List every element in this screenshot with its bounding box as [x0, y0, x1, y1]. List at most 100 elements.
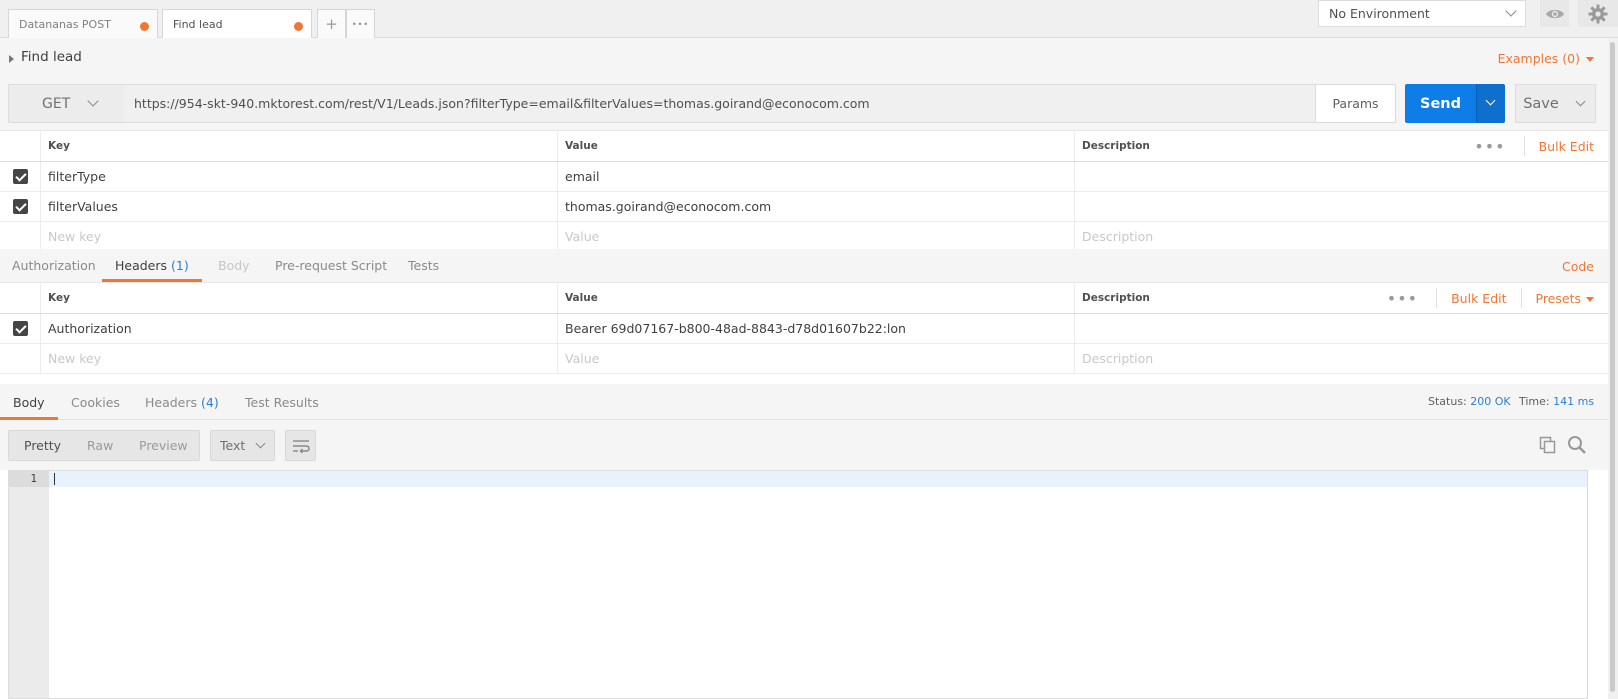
new-key-input[interactable]: New key — [40, 222, 557, 251]
search-icon — [1568, 436, 1586, 454]
request-tab-bar: Datananas POST Find lead + ••• No Enviro… — [0, 0, 1618, 39]
response-status: Status: 200 OK — [1428, 395, 1511, 408]
chevron-down-icon — [1505, 5, 1517, 17]
row-enabled-checkbox[interactable] — [12, 199, 28, 214]
method-value: GET — [42, 95, 71, 112]
header-value-cell[interactable]: Bearer 69d07167-b800-48ad-8843-d78d01607… — [557, 314, 1074, 343]
response-tabs: Body Cookies Headers (4) Test Results St… — [0, 384, 1608, 420]
params-table-header: Key Value Description ••• Bulk Edit — [0, 131, 1608, 162]
new-key-input[interactable]: New key — [40, 344, 557, 373]
headers-table: Key Value Description ••• Bulk Edit Pres… — [0, 282, 1608, 374]
view-mode-toggle: Pretty Raw Preview — [8, 430, 200, 461]
new-value-input[interactable]: Value — [557, 344, 1074, 373]
tab-authorization[interactable]: Authorization — [12, 249, 96, 282]
new-description-input[interactable]: Description — [1074, 344, 1608, 373]
copy-icon — [1539, 436, 1556, 454]
environment-quick-look-button[interactable] — [1540, 0, 1569, 27]
send-options-button[interactable] — [1476, 84, 1505, 123]
caret-right-icon[interactable] — [9, 55, 14, 63]
column-header-value: Value — [557, 131, 1074, 161]
unsaved-dot-icon — [140, 22, 149, 31]
save-button[interactable]: Save — [1515, 84, 1567, 123]
copy-response-button[interactable] — [1537, 434, 1559, 456]
request-tab-label: Find lead — [173, 18, 223, 31]
response-toolbar: Pretty Raw Preview Text — [0, 420, 1608, 470]
url-text: https://954-skt-940.mktorest.com/rest/V1… — [134, 96, 870, 111]
examples-label: Examples (0) — [1497, 51, 1580, 66]
mode-raw[interactable]: Raw — [87, 438, 113, 453]
wrap-lines-button[interactable] — [285, 430, 316, 461]
new-tab-button[interactable]: + — [317, 9, 346, 38]
method-select[interactable]: GET — [8, 84, 125, 123]
response-body-editor[interactable]: 1 — [8, 470, 1588, 699]
table-row: filterType email — [0, 162, 1608, 192]
active-line-highlight — [49, 471, 1587, 487]
status-value: 200 OK — [1470, 395, 1511, 408]
line-number-gutter — [9, 471, 49, 698]
caret-down-icon — [1586, 296, 1594, 302]
manage-environments-button[interactable] — [1578, 0, 1618, 27]
save-options-button[interactable] — [1566, 84, 1596, 123]
url-input[interactable]: https://954-skt-940.mktorest.com/rest/V1… — [124, 84, 1316, 123]
vertical-scrollbar[interactable] — [1608, 38, 1618, 699]
tab-headers[interactable]: Headers (1) — [102, 249, 202, 282]
header-key-cell[interactable]: Authorization — [40, 314, 557, 343]
tab-response-body[interactable]: Body — [0, 384, 58, 420]
url-bar: GET https://954-skt-940.mktorest.com/res… — [0, 78, 1608, 130]
time-value: 141 ms — [1553, 395, 1595, 408]
new-value-input[interactable]: Value — [557, 222, 1074, 251]
column-header-key: Key — [40, 131, 557, 161]
chevron-down-icon — [87, 95, 99, 107]
scrollbar-thumb[interactable] — [1610, 42, 1615, 692]
tab-response-headers[interactable]: Headers (4) — [145, 384, 219, 420]
header-description-cell[interactable] — [1074, 314, 1608, 343]
request-section-tabs: Authorization Headers (1) Body Pre-reque… — [0, 249, 1608, 282]
param-value-cell[interactable]: email — [557, 162, 1074, 191]
new-param-row: New key Value Description — [0, 222, 1608, 252]
param-key-cell[interactable]: filterType — [40, 162, 557, 191]
more-dots-icon: ••• — [351, 19, 370, 29]
more-dots-icon[interactable]: ••• — [1387, 289, 1418, 308]
new-header-row: New key Value Description — [0, 344, 1608, 374]
tab-test-results[interactable]: Test Results — [245, 384, 319, 420]
table-row: filterValues thomas.goirand@econocom.com — [0, 192, 1608, 222]
generate-code-link[interactable]: Code — [1562, 259, 1594, 274]
send-button[interactable]: Send — [1405, 84, 1476, 123]
plus-icon: + — [325, 15, 338, 33]
more-dots-icon[interactable]: ••• — [1474, 137, 1505, 156]
param-description-cell[interactable] — [1074, 192, 1608, 221]
environment-select[interactable]: No Environment — [1318, 0, 1526, 27]
mode-preview[interactable]: Preview — [139, 438, 188, 453]
format-select[interactable]: Text — [210, 430, 275, 461]
search-response-button[interactable] — [1566, 434, 1588, 456]
eye-icon — [1545, 9, 1564, 18]
column-header-key: Key — [40, 283, 557, 313]
chevron-down-icon — [1575, 96, 1586, 107]
request-name-row: Find lead Examples (0) — [0, 38, 1608, 78]
tab-response-cookies[interactable]: Cookies — [71, 384, 120, 420]
row-enabled-checkbox[interactable] — [12, 169, 28, 184]
request-tab-datananas-post[interactable]: Datananas POST — [8, 9, 158, 38]
format-value: Text — [220, 438, 246, 453]
param-value-cell[interactable]: thomas.goirand@econocom.com — [557, 192, 1074, 221]
tab-options-button[interactable]: ••• — [346, 9, 375, 38]
request-name[interactable]: Find lead — [21, 49, 82, 65]
request-tab-find-lead[interactable]: Find lead — [162, 9, 312, 39]
chevron-down-icon — [1485, 95, 1496, 106]
tab-tests[interactable]: Tests — [408, 249, 439, 282]
tab-pre-request-script[interactable]: Pre-request Script — [275, 249, 387, 282]
tab-body[interactable]: Body — [218, 249, 250, 282]
row-enabled-checkbox[interactable] — [12, 321, 28, 336]
mode-pretty[interactable]: Pretty — [24, 438, 61, 453]
bulk-edit-link[interactable]: Bulk Edit — [1451, 291, 1506, 306]
params-button[interactable]: Params — [1315, 84, 1396, 123]
table-row: Authorization Bearer 69d07167-b800-48ad-… — [0, 314, 1608, 344]
presets-dropdown[interactable]: Presets — [1536, 291, 1594, 306]
param-key-cell[interactable]: filterValues — [40, 192, 557, 221]
new-description-input[interactable]: Description — [1074, 222, 1608, 251]
examples-dropdown[interactable]: Examples (0) — [1498, 51, 1594, 66]
bulk-edit-link[interactable]: Bulk Edit — [1539, 139, 1594, 154]
param-description-cell[interactable] — [1074, 162, 1608, 191]
text-cursor — [54, 473, 55, 485]
column-header-value: Value — [557, 283, 1074, 313]
